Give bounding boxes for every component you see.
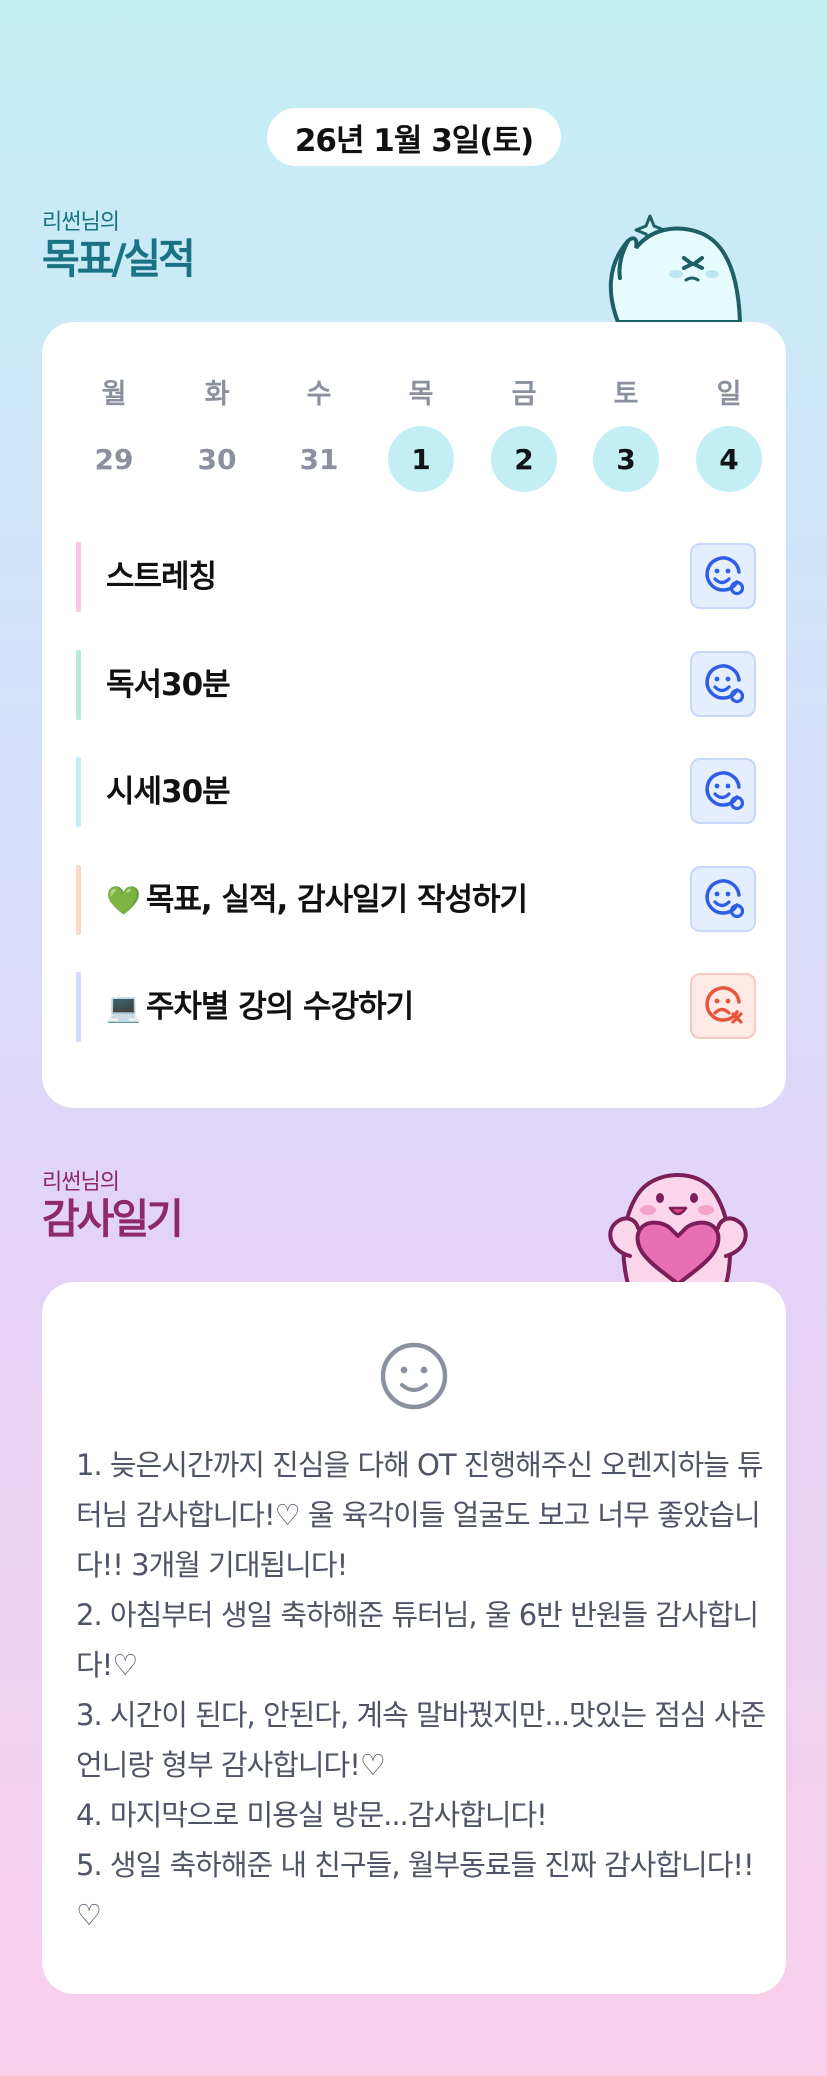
task-label: 💻 주차별 강의 수강하기 <box>106 972 414 1042</box>
task-status-done-button[interactable] <box>690 866 756 932</box>
calendar-day-name: 화 <box>204 379 230 410</box>
task-item[interactable]: 독서30분 <box>76 650 756 720</box>
thanks-diary-card: 1. 늦은시간까지 진심을 다해 OT 진행해주신 오렌지하늘 튜터님 감사합니… <box>42 1282 786 1994</box>
happy-face-icon <box>705 879 745 919</box>
task-label-text: 주차별 강의 수강하기 <box>145 989 414 1025</box>
week-calendar: 월 29 화 30 수 31 목 1 금 2 토 3 일 4 <box>42 372 786 512</box>
happy-face-icon <box>705 664 745 704</box>
calendar-day-number-active: 3 <box>593 426 659 492</box>
mascot-cyan-illustration <box>608 214 743 324</box>
task-label-text: 독서30분 <box>106 667 231 703</box>
task-color-bar <box>76 542 81 612</box>
thanks-diary-text: 1. 늦은시간까지 진심을 다해 OT 진행해주신 오렌지하늘 튜터님 감사합니… <box>76 1440 766 1940</box>
goals-title-main: 목표/실적 <box>42 235 196 283</box>
task-status-failed-button[interactable] <box>690 973 756 1039</box>
task-label-text: 스트레칭 <box>106 559 217 595</box>
goals-section-title: 리썬님의 목표/실적 <box>42 210 196 283</box>
goals-title-sub: 리썬님의 <box>42 210 120 235</box>
task-color-bar <box>76 650 81 720</box>
task-label: 시세30분 <box>106 757 231 827</box>
task-color-bar <box>76 865 81 935</box>
calendar-day-number-active: 2 <box>491 426 557 492</box>
laptop-icon: 💻 <box>106 991 141 1024</box>
thanks-title-sub: 리썬님의 <box>42 1170 120 1195</box>
calendar-day-name: 일 <box>716 379 742 410</box>
task-label-text: 시세30분 <box>106 774 231 810</box>
thanks-line: 1. 늦은시간까지 진심을 다해 OT 진행해주신 오렌지하늘 튜터님 감사합니… <box>76 1448 764 1582</box>
task-label: 💚 목표, 실적, 감사일기 작성하기 <box>106 865 528 935</box>
calendar-day-name: 수 <box>306 379 332 410</box>
task-label-text: 목표, 실적, 감사일기 작성하기 <box>145 882 528 918</box>
thanks-line: 4. 마지막으로 미용실 방문...감사합니다! <box>76 1798 548 1832</box>
calendar-day-number: 29 <box>94 442 134 476</box>
task-label: 스트레칭 <box>106 542 217 612</box>
sad-face-icon <box>705 986 743 1024</box>
calendar-day-name: 토 <box>613 379 639 410</box>
calendar-day-number-active: 1 <box>388 426 454 492</box>
neutral-smile-icon <box>380 1342 448 1410</box>
happy-face-icon <box>705 771 745 811</box>
thanks-section-title: 리썬님의 감사일기 <box>42 1170 184 1243</box>
happy-face-icon <box>705 556 745 596</box>
task-status-done-button[interactable] <box>690 651 756 717</box>
thanks-title-main: 감사일기 <box>42 1195 184 1243</box>
task-label: 독서30분 <box>106 650 231 720</box>
calendar-day-name: 월 <box>101 379 127 410</box>
task-color-bar <box>76 757 81 827</box>
calendar-day-number: 30 <box>197 442 237 476</box>
calendar-day-name: 금 <box>511 379 537 410</box>
thanks-line: 5. 생일 축하해준 내 친구들, 월부동료들 진짜 감사합니다!!♡ <box>76 1848 755 1932</box>
task-item[interactable]: 💻 주차별 강의 수강하기 <box>76 972 756 1042</box>
task-item[interactable]: 스트레칭 <box>76 542 756 612</box>
green-heart-icon: 💚 <box>106 884 141 917</box>
task-item[interactable]: 💚 목표, 실적, 감사일기 작성하기 <box>76 865 756 935</box>
thanks-line: 2. 아침부터 생일 축하해준 튜터님, 울 6반 반원들 감사합니다!♡ <box>76 1598 759 1682</box>
calendar-day-number: 31 <box>299 442 339 476</box>
goals-card: 월 29 화 30 수 31 목 1 금 2 토 3 일 4 스트레칭 독서30… <box>42 322 786 1108</box>
calendar-day-name: 목 <box>408 379 434 410</box>
task-status-done-button[interactable] <box>690 758 756 824</box>
task-color-bar <box>76 972 81 1042</box>
task-status-done-button[interactable] <box>690 543 756 609</box>
task-item[interactable]: 시세30분 <box>76 757 756 827</box>
thanks-line: 3. 시간이 된다, 안된다, 계속 말바꿨지만...맛있는 점심 사준 언니랑… <box>76 1698 766 1782</box>
calendar-day-number-active: 4 <box>696 426 762 492</box>
mascot-pink-illustration <box>608 1173 748 1284</box>
date-display: 26년 1월 3일(토) <box>267 108 561 166</box>
